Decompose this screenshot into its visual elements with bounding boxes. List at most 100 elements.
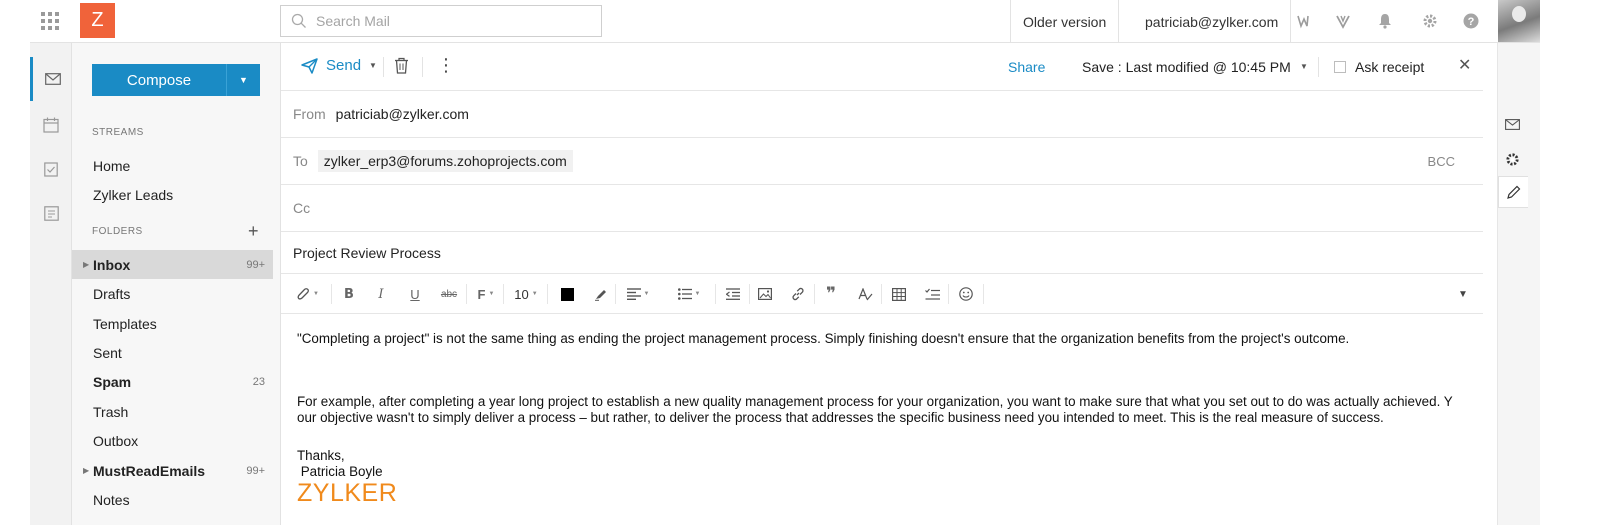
toolbar-divider	[983, 284, 984, 304]
from-field[interactable]: patriciab@zylker.com	[336, 106, 469, 122]
folder-label: Trash	[93, 403, 129, 420]
bold-icon[interactable]: B	[339, 286, 359, 302]
streams-icon[interactable]	[1333, 11, 1353, 31]
compose-dropdown-icon[interactable]: ▼	[226, 64, 260, 96]
subject-row[interactable]: Project Review Process	[281, 232, 1483, 274]
font-family-icon[interactable]: F ▼	[475, 286, 497, 302]
insert-image-icon[interactable]	[755, 286, 775, 302]
edit-icon[interactable]	[1498, 176, 1528, 208]
folder-item-templates[interactable]: Templates	[72, 309, 273, 338]
top-bar: Z Older version patriciab@zylker.com ?	[30, 0, 1540, 43]
account-email[interactable]: patriciab@zylker.com	[1133, 0, 1292, 43]
folder-label: Inbox	[93, 256, 131, 273]
checklist-icon[interactable]	[922, 286, 942, 302]
svg-text:?: ?	[1468, 16, 1475, 28]
gear-icon[interactable]	[1420, 11, 1440, 31]
cliq-icon[interactable]	[1293, 11, 1313, 31]
avatar[interactable]	[1498, 0, 1540, 42]
expand-caret-icon[interactable]: ▶	[83, 466, 89, 475]
send-options-caret-icon[interactable]: ▼	[369, 61, 377, 70]
compose-toolbar: Send ▼ ⋮ Share Save : Last modified @ 10…	[281, 43, 1483, 91]
font-size-select[interactable]: 10 ▼	[511, 286, 541, 302]
stream-item-zylker-leads[interactable]: Zylker Leads	[72, 180, 273, 209]
body-paragraph: our objective wasn't to simply deliver a…	[297, 410, 1384, 425]
message-body[interactable]: "Completing a project" is not the same t…	[297, 331, 1477, 506]
recipient-chip[interactable]: zylker_erp3@forums.zohoprojects.com	[317, 150, 573, 172]
mail-icon[interactable]	[30, 57, 72, 101]
share-link[interactable]: Share	[1008, 59, 1045, 75]
folder-item-sent[interactable]: Sent	[72, 338, 273, 367]
insert-link-icon[interactable]	[788, 286, 808, 302]
gear-icon[interactable]	[1498, 146, 1526, 172]
notes-icon[interactable]	[30, 191, 72, 235]
font-size-value: 10	[514, 286, 529, 302]
folder-item-mustreademails[interactable]: ▶ MustReadEmails 99+	[72, 456, 273, 485]
tasks-icon[interactable]	[30, 147, 72, 191]
body-paragraph: "Completing a project" is not the same t…	[297, 331, 1350, 346]
calendar-icon[interactable]	[30, 103, 72, 147]
zoho-mail-window: Z Older version patriciab@zylker.com ?	[0, 0, 1600, 525]
add-folder-icon[interactable]: +	[248, 222, 259, 240]
clear-format-icon[interactable]	[855, 286, 875, 302]
signature-signoff: Thanks,	[297, 448, 345, 463]
expand-toolbar-icon[interactable]: ▼	[1453, 286, 1473, 302]
apps-grid-icon[interactable]	[41, 12, 59, 30]
italic-icon[interactable]: I	[371, 286, 391, 302]
folder-item-trash[interactable]: Trash	[72, 397, 273, 426]
delete-draft-icon[interactable]	[394, 57, 409, 79]
stream-item-home[interactable]: Home	[72, 151, 273, 180]
bell-icon[interactable]	[1375, 11, 1395, 31]
to-row: To zylker_erp3@forums.zohoprojects.com B…	[281, 138, 1483, 185]
send-label: Send	[326, 57, 362, 74]
ask-receipt-checkbox[interactable]	[1334, 61, 1346, 73]
to-label: To	[293, 153, 308, 169]
expand-caret-icon[interactable]: ▶	[83, 260, 89, 269]
toolbar-divider	[1318, 57, 1319, 77]
save-options-caret-icon[interactable]: ▼	[1300, 62, 1308, 71]
underline-icon[interactable]: U	[405, 286, 425, 302]
toolbar-divider	[715, 284, 716, 304]
subject-field[interactable]: Project Review Process	[293, 245, 441, 261]
folder-item-outbox[interactable]: Outbox	[72, 426, 273, 455]
older-version-link[interactable]: Older version	[1010, 0, 1120, 43]
from-label: From	[293, 106, 326, 122]
align-icon[interactable]: ▼	[621, 286, 655, 302]
page-margin-right	[1540, 0, 1600, 525]
quote-icon[interactable]: ❞	[821, 284, 841, 303]
bcc-toggle[interactable]: BCC	[1428, 154, 1455, 169]
ask-receipt-toggle[interactable]: Ask receipt	[1334, 59, 1424, 75]
folder-item-inbox[interactable]: ▶ Inbox 99+	[72, 250, 273, 279]
more-options-icon[interactable]: ⋮	[437, 55, 455, 75]
highlight-icon[interactable]	[590, 286, 610, 302]
mail-icon[interactable]	[1498, 111, 1526, 137]
compose-button[interactable]: Compose ▼	[92, 64, 260, 96]
search-input[interactable]	[316, 13, 576, 29]
folder-label: MustReadEmails	[93, 462, 206, 479]
toolbar-divider	[881, 284, 882, 304]
send-icon	[301, 57, 318, 74]
formatting-toolbar: ▼ B I U abc F ▼ 10 ▼ ▼ ▼ ❞ ▼	[281, 274, 1483, 314]
folder-item-spam[interactable]: Spam 23	[72, 367, 273, 396]
insert-table-icon[interactable]	[889, 286, 909, 302]
text-color-swatch[interactable]	[557, 286, 577, 302]
folder-item-drafts[interactable]: Drafts	[72, 279, 273, 308]
save-status[interactable]: Save : Last modified @ 10:45 PM	[1082, 59, 1291, 75]
close-icon[interactable]: ✕	[1458, 55, 1471, 75]
folder-label: Sent	[93, 344, 122, 361]
list-icon[interactable]: ▼	[672, 286, 706, 302]
signature-name: Patricia Boyle	[297, 464, 383, 479]
unread-count: 23	[252, 375, 265, 388]
cc-row[interactable]: Cc	[281, 185, 1483, 232]
app-logo[interactable]: Z	[80, 3, 115, 38]
emoji-icon[interactable]	[956, 286, 976, 302]
toolbar-divider	[814, 284, 815, 304]
folder-item-notes[interactable]: Notes	[72, 485, 273, 514]
attachment-icon[interactable]: ▼	[291, 286, 325, 302]
send-button[interactable]: Send ▼	[301, 57, 377, 74]
compose-label[interactable]: Compose	[92, 72, 226, 89]
unread-count: 99+	[246, 258, 265, 271]
strikethrough-icon[interactable]: abc	[439, 286, 459, 302]
help-icon[interactable]: ?	[1461, 11, 1481, 31]
indent-icon[interactable]	[723, 286, 743, 302]
search-box[interactable]	[280, 5, 602, 37]
